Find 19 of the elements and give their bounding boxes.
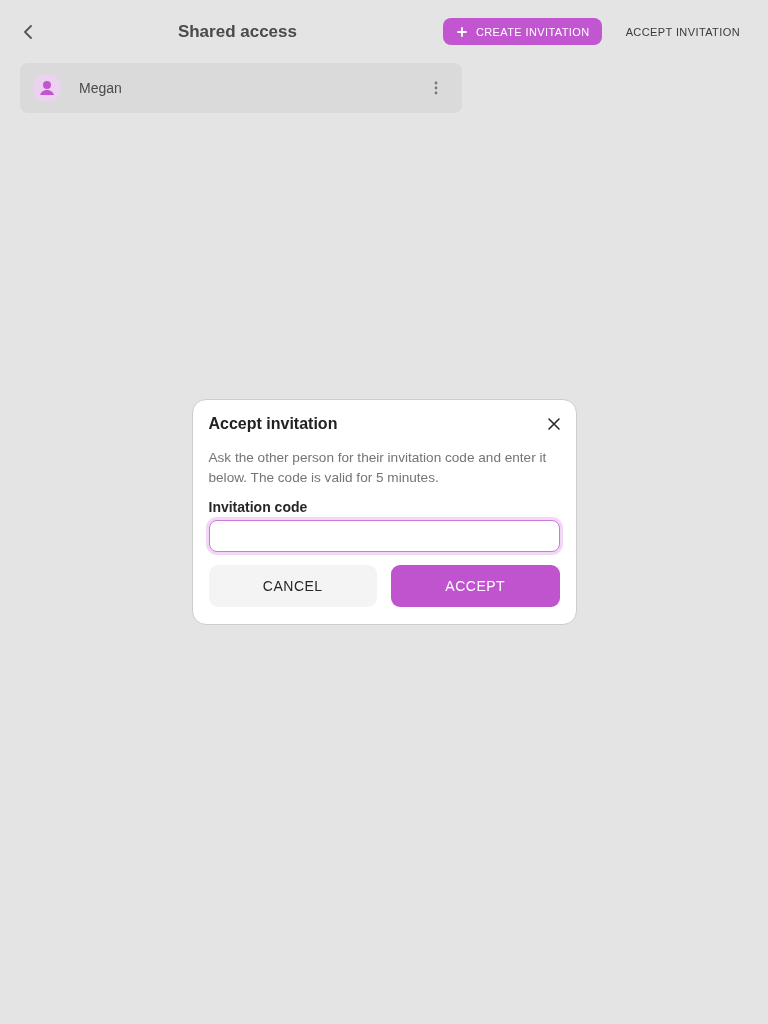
back-button[interactable] [24,24,32,39]
person-icon [33,74,61,102]
field-label: Invitation code [208,498,309,516]
more-button[interactable] [434,81,438,95]
dialog-title: Accept invitation [208,415,338,433]
back-icon [24,24,32,39]
shared-person-item[interactable]: Megan [20,63,462,113]
accept-invitation-button[interactable]: ACCEPT INVITATION [617,18,748,45]
person-name: Megan [79,80,123,96]
invitation-code-field[interactable] [208,520,560,552]
more-icon [434,81,438,95]
page-title: Shared access [176,21,298,42]
dialog-description: Ask the other person for their invitation code and enter it below. The code is valid for 5 minutes. [208,449,548,487]
close-icon [547,418,560,430]
close-button[interactable] [547,418,560,430]
create-invitation-button[interactable]: CREATE INVITATION [442,18,602,45]
cancel-button[interactable]: CANCEL [208,565,377,607]
plus-icon [456,26,467,37]
accept-button[interactable]: ACCEPT [391,565,560,607]
